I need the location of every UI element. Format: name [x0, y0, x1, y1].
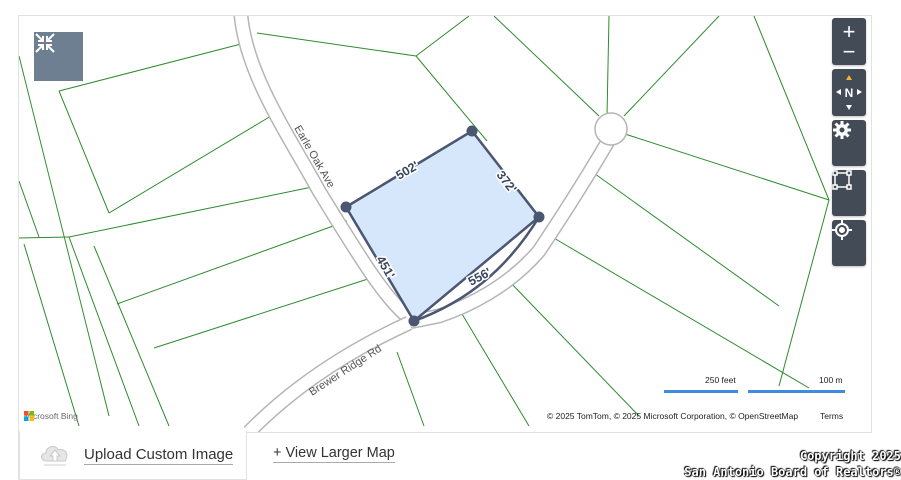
copyright-line1: Copyright 2025 [799, 449, 901, 463]
locate-icon[interactable] [832, 220, 866, 266]
scale-meters-label: 100 m [819, 375, 843, 385]
upload-custom-image-button[interactable]: Upload Custom Image [19, 431, 247, 480]
collapse-icon[interactable] [34, 32, 83, 81]
map-canvas[interactable]: Earle Oak Ave Brewer Ridge Rd 502' 372' … [18, 15, 872, 433]
settings-gear-icon[interactable] [832, 120, 866, 166]
draw-area-icon[interactable] [832, 170, 866, 216]
view-larger-map-link[interactable]: + View Larger Map [273, 445, 395, 463]
terms-link[interactable]: Terms [820, 411, 843, 421]
zoom-control: + − [832, 18, 866, 65]
copyright-line2: San Antonio Board of Realtors® [684, 465, 901, 479]
cloud-upload-icon [41, 445, 68, 466]
parcel-polygon [344, 129, 541, 323]
zoom-out-icon[interactable]: − [843, 40, 856, 62]
upload-custom-image-label: Upload Custom Image [84, 446, 234, 465]
scale-feet-label: 250 feet [705, 375, 736, 385]
svg-text:N: N [845, 86, 854, 100]
map-svg: Earle Oak Ave Brewer Ridge Rd 502' 372' … [19, 16, 830, 432]
map-footer: Upload Custom Image + View Larger Map Co… [18, 431, 901, 480]
scale-bar-meters [748, 390, 845, 393]
bing-logo: Microsoft Bing [24, 411, 78, 421]
map-attribution: © 2025 TomTom, © 2025 Microsoft Corporat… [547, 411, 799, 421]
scale-bar-feet [664, 390, 738, 393]
compass-icon[interactable]: N [832, 69, 866, 116]
